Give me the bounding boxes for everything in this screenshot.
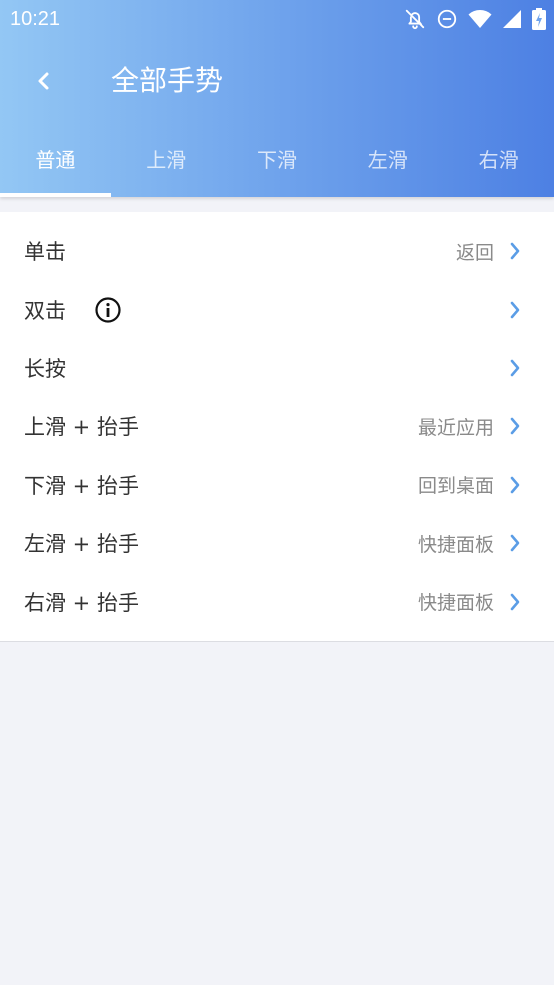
title-row: 全部手势 xyxy=(0,52,554,110)
chevron-right-icon xyxy=(510,476,520,494)
gesture-label: 下滑 + 抬手 xyxy=(24,473,139,498)
gesture-action-value: 返回 xyxy=(455,241,494,264)
gesture-label: 双击 xyxy=(24,298,66,323)
chevron-right-icon xyxy=(510,418,520,435)
gesture-label: 右滑 + 抬手 xyxy=(24,590,139,615)
app-header: 10:21 全部手势 普通 上滑 下滑 左滑 右滑 xyxy=(0,0,554,197)
notifications-off-icon xyxy=(404,8,426,30)
gesture-label: 长按 xyxy=(24,356,66,381)
gesture-label: 上滑 + 抬手 xyxy=(24,415,139,440)
gesture-tabs: 普通 上滑 下滑 左滑 右滑 xyxy=(0,127,554,197)
info-icon[interactable] xyxy=(94,296,122,324)
gesture-action-value: 快捷面板 xyxy=(417,592,494,615)
tab-swipe-left[interactable]: 左滑 xyxy=(332,127,443,197)
gesture-action-value: 最近应用 xyxy=(417,416,494,439)
gesture-list: 单击 返回 双击 长按 上滑 + 抬手 最近应用 下滑 + 抬手 回到桌面 左滑… xyxy=(0,212,554,642)
gesture-row-swipe-left-release[interactable]: 左滑 + 抬手 快捷面板 xyxy=(0,514,554,572)
gesture-row-swipe-right-release[interactable]: 右滑 + 抬手 快捷面板 xyxy=(0,572,554,630)
chevron-right-icon xyxy=(510,593,520,610)
signal-icon xyxy=(502,9,522,29)
gesture-label: 左滑 + 抬手 xyxy=(24,532,139,557)
chevron-right-icon xyxy=(510,301,520,318)
page-title: 全部手势 xyxy=(111,64,224,97)
do-not-disturb-icon xyxy=(436,8,458,30)
tab-swipe-right[interactable]: 右滑 xyxy=(443,127,554,197)
chevron-right-icon xyxy=(510,242,520,260)
gesture-label: 单击 xyxy=(24,240,66,265)
gesture-action-value: 回到桌面 xyxy=(417,475,494,498)
gesture-action-value: 快捷面板 xyxy=(417,533,494,556)
chevron-right-icon xyxy=(510,359,520,377)
status-bar: 10:21 xyxy=(0,0,554,40)
tab-normal[interactable]: 普通 xyxy=(0,127,111,197)
chevron-right-icon xyxy=(510,534,520,552)
tab-swipe-down[interactable]: 下滑 xyxy=(222,127,333,197)
gesture-row-long-press[interactable]: 长按 xyxy=(0,339,554,397)
chevron-left-icon xyxy=(38,72,49,90)
tab-swipe-up[interactable]: 上滑 xyxy=(111,127,222,197)
battery-charging-icon xyxy=(532,8,546,30)
gesture-row-tap[interactable]: 单击 返回 xyxy=(0,222,554,280)
gesture-row-swipe-down-release[interactable]: 下滑 + 抬手 回到桌面 xyxy=(0,456,554,514)
status-icons xyxy=(404,7,546,31)
gesture-row-swipe-up-release[interactable]: 上滑 + 抬手 最近应用 xyxy=(0,397,554,455)
gesture-row-double-tap[interactable]: 双击 xyxy=(0,280,554,338)
back-button[interactable] xyxy=(22,59,66,103)
status-time: 10:21 xyxy=(10,8,61,30)
wifi-icon xyxy=(468,9,492,29)
